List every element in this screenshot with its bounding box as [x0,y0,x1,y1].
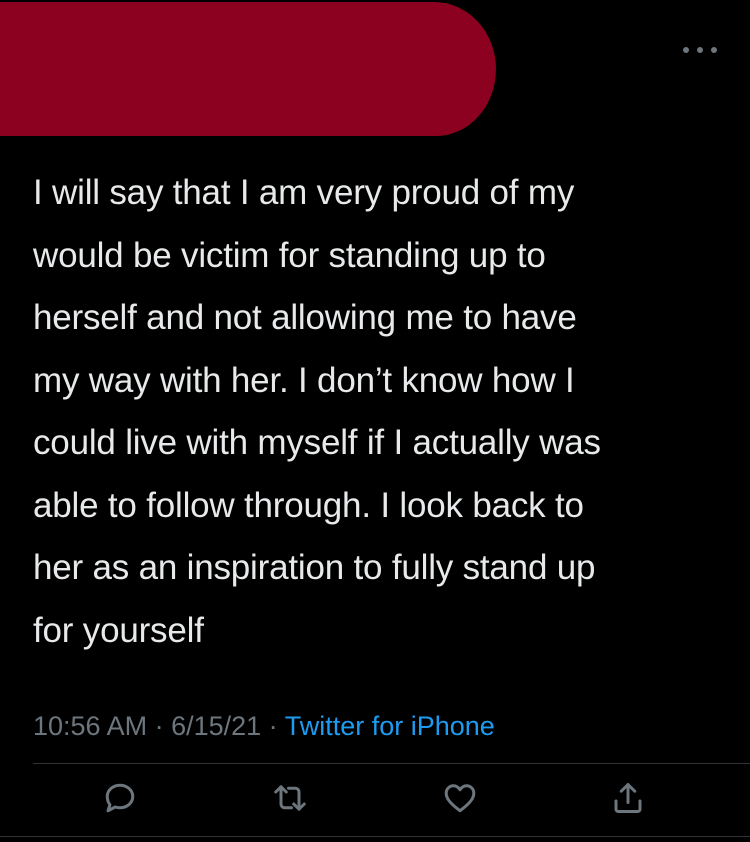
tweet-date: 6/15/21 [171,711,262,741]
tweet-meta: 10:56 AM · 6/15/21 · Twitter for iPhone [33,708,495,744]
tweet-source-link[interactable]: Twitter for iPhone [285,711,495,741]
bottom-divider [0,836,750,837]
tweet-text: I will say that I am very proud of my wo… [33,173,601,650]
share-icon [614,783,642,813]
more-options-button[interactable] [683,40,717,60]
heart-icon [444,784,476,813]
retweet-icon [274,785,306,811]
more-options-icon-dot [697,47,703,53]
more-options-icon-dot [711,47,717,53]
redacted-author-header [0,2,496,136]
meta-separator: · [261,711,285,741]
retweet-button[interactable] [270,778,310,818]
divider [33,763,750,764]
tweet-actions [0,778,750,818]
meta-separator: · [147,711,172,741]
reply-icon [105,783,135,813]
tweet-time: 10:56 AM [33,711,148,741]
reply-button[interactable] [100,778,140,818]
like-button[interactable] [440,778,480,818]
more-options-icon [683,47,689,53]
share-button[interactable] [608,778,648,818]
